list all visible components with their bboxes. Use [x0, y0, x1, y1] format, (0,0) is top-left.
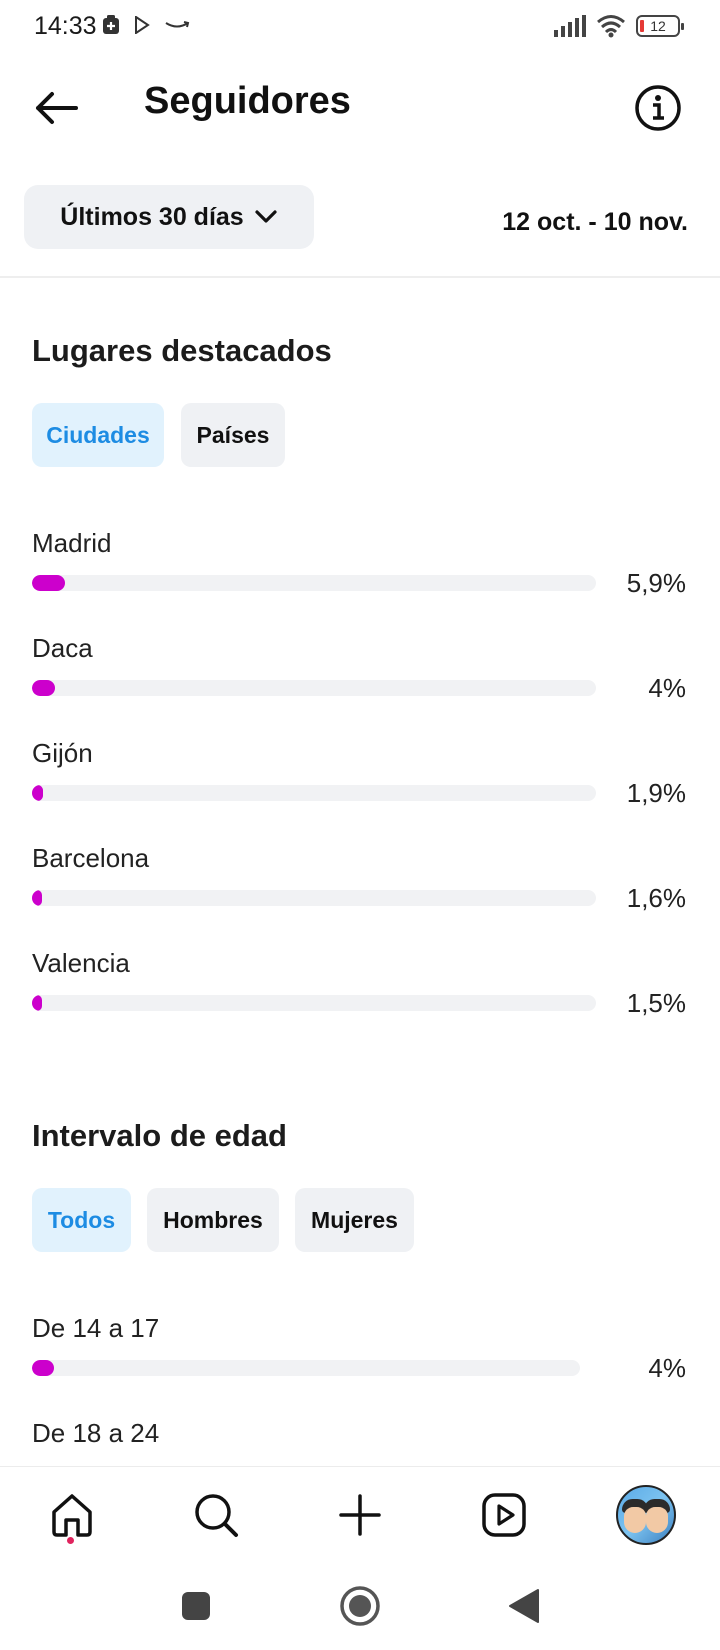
- section-title-age: Intervalo de edad: [32, 1118, 287, 1153]
- home-system-button[interactable]: [338, 1584, 382, 1628]
- amazon-icon: [165, 21, 190, 28]
- play-store-icon: [135, 16, 150, 34]
- nav-reels[interactable]: [472, 1483, 536, 1547]
- square-icon: [182, 1592, 210, 1620]
- wifi-icon: [597, 15, 625, 38]
- city-bar-track: [32, 575, 596, 591]
- bottom-navigation: [0, 1466, 720, 1562]
- back-system-button[interactable]: [502, 1584, 546, 1628]
- search-icon: [195, 1494, 238, 1537]
- city-percent: 1,6%: [626, 883, 686, 913]
- signal-icon: [554, 15, 586, 37]
- nav-create[interactable]: [328, 1483, 392, 1547]
- city-label: Gijón: [32, 738, 93, 768]
- date-range-label: Últimos 30 días: [60, 202, 244, 231]
- nav-search[interactable]: [184, 1483, 248, 1547]
- city-bar-track: [32, 995, 596, 1011]
- age-range-label: De 18 a 24: [32, 1418, 160, 1448]
- city-bar-track: [32, 785, 596, 801]
- age-range-label: De 14 a 17: [32, 1313, 160, 1343]
- tab-cities[interactable]: Ciudades: [32, 403, 164, 467]
- reels-icon: [482, 1493, 526, 1537]
- status-time: 14:33: [34, 12, 97, 40]
- tab-women[interactable]: Mujeres: [295, 1188, 414, 1252]
- page-title: Seguidores: [144, 80, 351, 122]
- section-title-places: Lugares destacados: [32, 333, 332, 368]
- city-label: Daca: [32, 633, 93, 663]
- date-range-dropdown[interactable]: Últimos 30 días: [24, 185, 314, 249]
- city-label: Valencia: [32, 948, 130, 978]
- recent-apps-button[interactable]: [174, 1584, 218, 1628]
- status-notification-icons: [102, 15, 190, 35]
- date-range-text: 12 oct. - 10 nov.: [502, 208, 688, 236]
- tab-countries[interactable]: Países: [181, 403, 285, 467]
- info-button[interactable]: [630, 80, 686, 136]
- chevron-down-icon: [255, 210, 277, 223]
- nav-profile[interactable]: [614, 1483, 678, 1547]
- city-percent: 1,5%: [626, 988, 686, 1018]
- avatar: [616, 1485, 676, 1545]
- city-bar-fill: [32, 890, 42, 906]
- info-icon: [635, 85, 681, 131]
- age-range-bar-fill: [32, 1360, 54, 1376]
- city-percent: 1,9%: [626, 778, 686, 808]
- age-range-percent: 4%: [648, 1353, 686, 1383]
- back-button[interactable]: [28, 80, 84, 136]
- tab-all[interactable]: Todos: [32, 1188, 131, 1252]
- notification-dot: [67, 1537, 74, 1544]
- top-app-bar: Seguidores: [0, 56, 720, 156]
- city-bar-track: [32, 890, 596, 906]
- city-percent: 5,9%: [626, 568, 686, 598]
- battery-icon: 12: [636, 15, 684, 37]
- arrow-left-icon: [36, 92, 78, 124]
- clipboard-icon: [103, 15, 119, 34]
- city-bar-fill: [32, 680, 55, 696]
- city-bar-fill: [32, 785, 43, 801]
- city-percent: 4%: [648, 673, 686, 703]
- age-range-bar-track: [32, 1360, 580, 1376]
- city-bar-fill: [32, 575, 65, 591]
- city-bar-fill: [32, 995, 42, 1011]
- city-label: Madrid: [32, 528, 112, 558]
- city-label: Barcelona: [32, 843, 150, 873]
- triangle-back-icon: [509, 1589, 539, 1623]
- system-navigation-bar: [0, 1562, 720, 1650]
- tab-men[interactable]: Hombres: [147, 1188, 279, 1252]
- home-icon: [52, 1494, 92, 1537]
- circle-icon: [340, 1586, 380, 1626]
- status-system-icons: 12: [554, 14, 684, 38]
- city-bar-track: [32, 680, 596, 696]
- plus-icon: [339, 1494, 381, 1536]
- status-bar: 14:33 12: [0, 0, 720, 56]
- divider: [0, 276, 720, 278]
